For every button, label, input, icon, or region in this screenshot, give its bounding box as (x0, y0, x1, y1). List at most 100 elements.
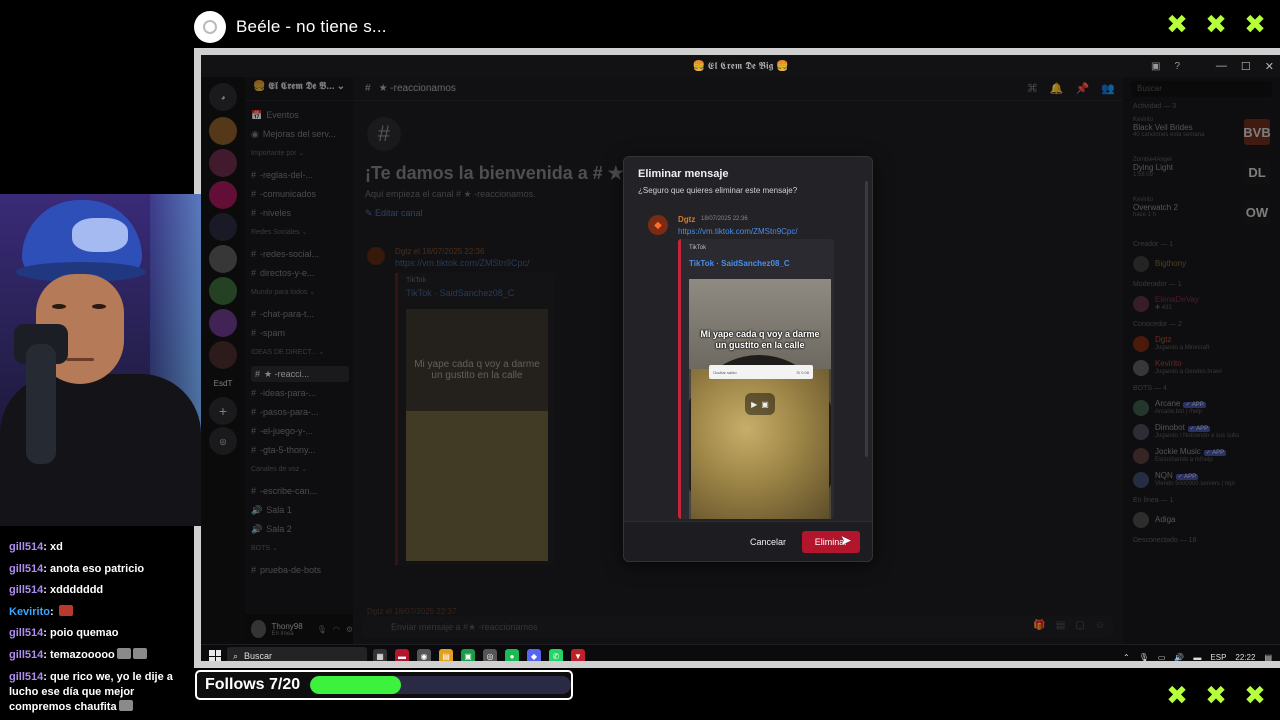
taskbar-app-icon[interactable]: ▦ (373, 649, 387, 661)
help-icon[interactable]: ? (1174, 61, 1180, 72)
x-mark-icon: ✖ (1244, 10, 1266, 40)
now-playing-title: Beéle - no tiene s... (236, 17, 387, 36)
notification-icon[interactable]: ▤ (1264, 653, 1272, 662)
preview-date: 18/07/2025 22:36 (701, 216, 748, 222)
modal-footer: Cancelar Eliminar (624, 521, 872, 561)
titlebar-tools: ▣ ? (1151, 55, 1180, 77)
x-mark-icon: ✖ (1166, 10, 1188, 40)
maximize-button[interactable]: ☐ (1241, 60, 1251, 73)
follows-progress-fill (310, 676, 402, 694)
clock[interactable]: 22:22 (1235, 653, 1255, 662)
bottom-decor-marks: ✖ ✖ ✖ (1164, 683, 1268, 709)
embed-provider: TikTok (689, 245, 707, 251)
search-icon: ⌕ (233, 650, 239, 661)
language-indicator[interactable]: ESP (1210, 653, 1226, 662)
chat-message: gill514: que rico we, yo le dije a lucho… (9, 670, 191, 715)
x-mark-icon: ✖ (1205, 681, 1227, 711)
inbox-icon[interactable]: ▣ (1151, 61, 1160, 72)
emote-icon (132, 648, 147, 659)
chat-separator: : (43, 627, 50, 640)
follows-goal: Follows 7/20 (195, 670, 573, 700)
taskbar-search-label: Buscar (244, 651, 273, 661)
thumbnail-caption: Mi yape cada q voy a darme un gustito en… (700, 329, 820, 350)
battery-icon[interactable]: ▬ (1193, 653, 1201, 662)
mouse-cursor-icon: ➤ (840, 533, 852, 549)
delete-message-modal: Eliminar mensaje ¿Seguro que quieres eli… (623, 156, 873, 562)
chat-text: temazooooo (49, 649, 115, 661)
embed-video-thumbnail[interactable]: Mi yape cada q voy a darme un gustito en… (689, 279, 831, 519)
chat-username[interactable]: gill514 (9, 541, 43, 553)
taskbar-search[interactable]: ⌕ Buscar (227, 647, 367, 661)
window-controls: — ☐ ✕ (1216, 55, 1274, 77)
x-mark-icon: ✖ (1166, 681, 1188, 711)
music-disc-icon (194, 11, 226, 43)
emote-icon (58, 604, 73, 616)
taskbar-app-icon[interactable]: ▤ (439, 649, 453, 661)
x-mark-icon: ✖ (1205, 10, 1227, 40)
taskbar-app-icon[interactable]: ● (505, 649, 519, 661)
scrollbar[interactable] (865, 181, 868, 457)
chat-text: xd (49, 541, 63, 553)
chat-message: gill514: xddddddd (9, 583, 191, 598)
windows-start-icon[interactable] (209, 650, 221, 661)
chat-username[interactable]: gill514 (9, 671, 43, 683)
chat-separator: : (49, 605, 57, 618)
top-decor-marks: ✖ ✖ ✖ (1164, 12, 1268, 38)
close-button[interactable]: ✕ (1265, 60, 1274, 73)
modal-subtitle: ¿Seguro que quieres eliminar este mensaj… (638, 186, 798, 195)
message-preview: ◆ Dgtz 18/07/2025 22:36 https://vm.tikto… (634, 207, 860, 523)
sheet-right-text: S/ 0.08 (796, 369, 809, 375)
chat-separator: : (43, 562, 50, 575)
chat-username[interactable]: gill514 (9, 649, 43, 661)
now-playing: Beéle - no tiene s... (194, 10, 387, 44)
mic-icon[interactable]: 🎙 (1139, 653, 1149, 662)
chat-text: xddddddd (49, 584, 104, 597)
chat-message: gill514: poio quemao (9, 626, 191, 641)
chat-username[interactable]: gill514 (9, 584, 43, 596)
chat-separator: : (43, 670, 50, 683)
chat-message: gill514: temazooooo (9, 648, 191, 663)
emote-icon (116, 648, 131, 659)
stream-overlay: Beéle - no tiene s... ✖ ✖ ✖ ✖ ✖ ✖ 🍔 𝕰𝖑 𝕮… (0, 0, 1280, 720)
discord-window: 🍔 𝕰𝖑 𝕮𝖗𝖊𝖒 𝕯𝖊 𝕭𝖎𝖌 🍔 ▣ ? — ☐ ✕ ◕ EsdT + ◎ … (201, 55, 1280, 644)
preview-embed: TikTok TikTok · SaidSanchez08_C Mi yape … (678, 239, 834, 519)
payment-app-card: Ocultar saldo S/ 0.08 (709, 365, 813, 379)
follows-label: Follows 7/20 (205, 676, 301, 693)
chat-separator: : (43, 541, 50, 553)
sheet-left-text: Ocultar saldo (713, 369, 737, 375)
taskbar-app-icon[interactable]: ◉ (417, 649, 431, 661)
emote-icon (118, 699, 133, 711)
chat-message: gill514: anota eso patricio (9, 562, 191, 577)
webcam-feed (0, 194, 201, 526)
system-tray: ⌃ 🎙 ▭ 🔊 ▬ ESP 22:22 ▤ (1123, 645, 1272, 662)
preview-link[interactable]: https://vm.tiktok.com/ZMStn9Cpc/ (678, 227, 798, 236)
taskbar-app-icon[interactable]: ▬ (395, 649, 409, 661)
chat-text: anota eso patricio (49, 562, 145, 575)
chevron-up-icon[interactable]: ⌃ (1123, 653, 1130, 662)
network-icon[interactable]: ▭ (1158, 653, 1166, 662)
windows-taskbar: ⌕ Buscar ▦ ▬ ◉ ▤ ▣ ◎ ● ◆ ✆ ▼ ⌃ 🎙 ▭ 🔊 ▬ ESP 22:22 … (201, 644, 1280, 662)
chat-username[interactable]: Kevirito (9, 606, 50, 618)
chat-text: poio quemao (49, 627, 119, 640)
screen-capture-frame: 🍔 𝕰𝖑 𝕮𝖗𝖊𝖒 𝕯𝖊 𝕭𝖎𝖌 🍔 ▣ ? — ☐ ✕ ◕ EsdT + ◎ … (194, 48, 1280, 668)
taskbar-app-icon[interactable]: ◆ (527, 649, 541, 661)
window-titlebar: 🍔 𝕰𝖑 𝕮𝖗𝖊𝖒 𝕯𝖊 𝕭𝖎𝖌 🍔 (201, 55, 1280, 77)
chat-separator: : (43, 584, 50, 597)
taskbar-app-icon[interactable]: ◎ (483, 649, 497, 661)
avatar: ◆ (648, 215, 668, 235)
x-mark-icon: ✖ (1244, 681, 1266, 711)
taskbar-app-icon[interactable]: ▣ (461, 649, 475, 661)
stream-chat: gill514: xd gill514: anota eso patricio gi… (0, 536, 192, 720)
chat-username[interactable]: gill514 (9, 627, 43, 639)
taskbar-app-icon[interactable]: ✆ (549, 649, 563, 661)
preview-author: Dgtz (678, 215, 696, 224)
window-title: 🍔 𝕰𝖑 𝕮𝖗𝖊𝖒 𝕯𝖊 𝕭𝖎𝖌 🍔 (692, 60, 789, 72)
embed-title[interactable]: TikTok · SaidSanchez08_C (689, 259, 790, 268)
cancel-button[interactable]: Cancelar (738, 531, 798, 553)
chat-message: Kevirito: (9, 604, 191, 620)
taskbar-app-icon[interactable]: ▼ (571, 649, 585, 661)
minimize-button[interactable]: — (1216, 60, 1227, 72)
volume-icon[interactable]: 🔊 (1174, 653, 1184, 662)
play-icon[interactable]: ▶ ▣ (745, 393, 775, 415)
chat-username[interactable]: gill514 (9, 563, 43, 575)
